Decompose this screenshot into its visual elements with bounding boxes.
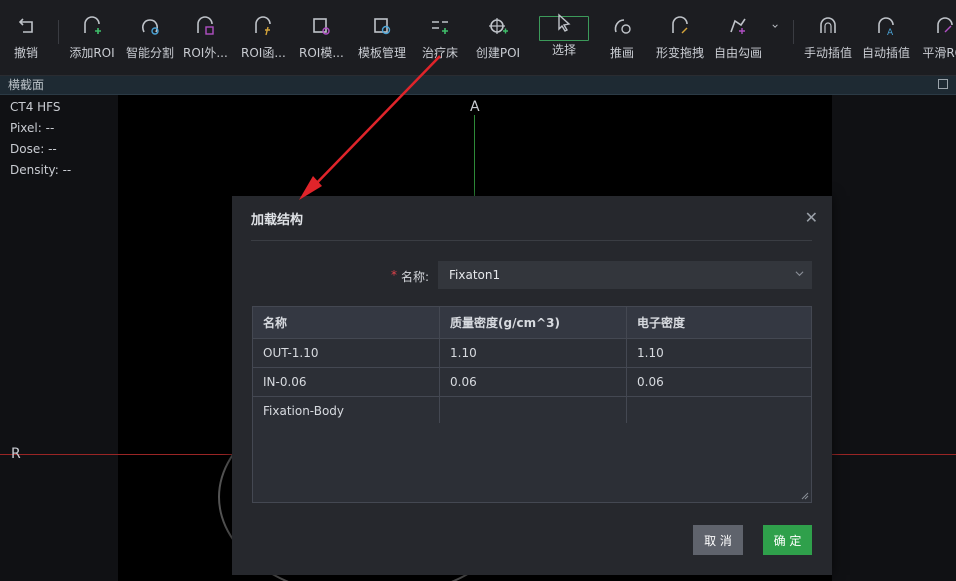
manual-interp-icon bbox=[820, 17, 836, 33]
cell-name: OUT-1.10 bbox=[252, 338, 440, 368]
cancel-button[interactable]: 取 消 bbox=[693, 525, 743, 555]
column-header-name: 名称 bbox=[252, 306, 440, 339]
push-draw-label: 推画 bbox=[609, 46, 634, 60]
smooth-roi-button[interactable]: 平滑ROI bbox=[920, 14, 956, 70]
load-structure-dialog: 加载结构 ✕ * 名称: Fixaton1 名称 质量密度(g/cm^3) 电子… bbox=[232, 196, 832, 575]
free-draw-button[interactable]: 自由勾画 bbox=[713, 14, 763, 70]
column-header-mass-density: 质量密度(g/cm^3) bbox=[439, 306, 627, 339]
auto-interp-button[interactable]: A 自动插值 bbox=[861, 14, 911, 70]
name-select[interactable]: Fixaton1 bbox=[438, 261, 812, 289]
free-draw-icon bbox=[730, 18, 746, 34]
smart-segment-label: 智能分割 bbox=[125, 46, 174, 60]
chevron-down-icon bbox=[795, 271, 804, 277]
treatment-couch-label: 治疗床 bbox=[421, 46, 458, 60]
roi-outer-icon bbox=[197, 16, 214, 35]
free-draw-label: 自由勾画 bbox=[713, 46, 762, 60]
resize-handle-icon[interactable] bbox=[801, 492, 809, 500]
svg-text:A: A bbox=[887, 28, 894, 38]
view-header: 横截面 bbox=[0, 76, 956, 95]
roi-function-icon bbox=[255, 16, 271, 36]
deform-drag-icon bbox=[672, 16, 688, 34]
table-empty-area bbox=[252, 423, 812, 503]
auto-interp-label: 自动插值 bbox=[861, 46, 910, 60]
smart-segment-icon bbox=[142, 19, 159, 35]
info-dose: Dose: -- bbox=[10, 142, 57, 156]
template-manage-button[interactable]: 模板管理 bbox=[357, 14, 407, 70]
create-poi-button[interactable]: 创建POI bbox=[475, 14, 521, 70]
cell-electron-density: 1.10 bbox=[626, 338, 812, 368]
more-tools-dropdown[interactable] bbox=[770, 14, 786, 70]
template-manage-icon bbox=[374, 18, 391, 35]
smooth-roi-icon bbox=[937, 17, 953, 33]
table-row[interactable]: IN-0.06 0.06 0.06 bbox=[252, 367, 812, 397]
viewport-right-margin bbox=[832, 95, 956, 581]
cell-mass-density bbox=[439, 396, 627, 426]
deform-drag-label: 形变拖拽 bbox=[655, 46, 704, 60]
info-pixel: Pixel: -- bbox=[10, 121, 55, 135]
roi-function-label: ROI函... bbox=[241, 46, 286, 60]
select-cursor-icon bbox=[558, 13, 571, 32]
roi-template-icon bbox=[313, 18, 330, 35]
orientation-label-right: R bbox=[11, 446, 21, 462]
deform-drag-button[interactable]: 形变拖拽 bbox=[655, 14, 705, 70]
select-button[interactable]: 选择 bbox=[540, 13, 588, 70]
name-select-value: Fixaton1 bbox=[449, 268, 501, 282]
toolbar: 撤销 添加ROI 智能分割 ROI外... ROI函... ROI模... 模板… bbox=[0, 0, 956, 76]
cell-name: Fixation-Body bbox=[252, 396, 440, 426]
roi-outer-label: ROI外... bbox=[183, 46, 228, 60]
dialog-divider bbox=[251, 240, 812, 241]
dialog-title: 加载结构 bbox=[251, 213, 304, 228]
name-label: 名称: bbox=[401, 270, 430, 284]
name-form-row: * 名称: Fixaton1 bbox=[232, 261, 832, 289]
template-manage-label: 模板管理 bbox=[357, 46, 406, 60]
toolbar-divider bbox=[793, 20, 794, 44]
toolbar-divider bbox=[58, 20, 59, 44]
chevron-down-icon bbox=[772, 24, 778, 28]
manual-interp-label: 手动插值 bbox=[803, 46, 852, 60]
info-density: Density: -- bbox=[10, 163, 72, 177]
roi-template-label: ROI模... bbox=[299, 46, 344, 60]
confirm-button[interactable]: 确 定 bbox=[763, 525, 812, 555]
create-poi-label: 创建POI bbox=[475, 46, 521, 60]
undo-label: 撤销 bbox=[13, 46, 38, 60]
smooth-roi-label: 平滑ROI bbox=[922, 46, 956, 60]
smart-segment-button[interactable]: 智能分割 bbox=[125, 14, 175, 70]
roi-outer-button[interactable]: ROI外... bbox=[183, 14, 228, 70]
close-icon[interactable]: ✕ bbox=[805, 208, 818, 227]
undo-button[interactable]: 撤销 bbox=[8, 14, 44, 70]
push-draw-icon bbox=[614, 19, 631, 34]
table-header-row: 名称 质量密度(g/cm^3) 电子密度 bbox=[252, 306, 812, 339]
cell-mass-density: 1.10 bbox=[439, 338, 627, 368]
add-roi-label: 添加ROI bbox=[69, 46, 115, 60]
treatment-couch-button[interactable]: 治疗床 bbox=[420, 14, 460, 70]
roi-template-button[interactable]: ROI模... bbox=[299, 14, 344, 70]
auto-interp-icon: A bbox=[878, 17, 894, 38]
cell-electron-density bbox=[626, 396, 812, 426]
table-row[interactable]: OUT-1.10 1.10 1.10 bbox=[252, 338, 812, 368]
cell-mass-density: 0.06 bbox=[439, 367, 627, 397]
manual-interp-button[interactable]: 手动插值 bbox=[803, 14, 853, 70]
view-title: 横截面 bbox=[8, 78, 45, 92]
orientation-label-anterior: A bbox=[470, 99, 480, 115]
create-poi-icon bbox=[489, 18, 508, 34]
cell-name: IN-0.06 bbox=[252, 367, 440, 397]
treatment-couch-icon bbox=[432, 21, 448, 34]
roi-function-button[interactable]: ROI函... bbox=[241, 14, 286, 70]
push-draw-button[interactable]: 推画 bbox=[605, 14, 639, 70]
undo-icon bbox=[18, 18, 33, 33]
required-marker: * bbox=[391, 268, 397, 282]
structure-table: 名称 质量密度(g/cm^3) 电子密度 OUT-1.10 1.10 1.10 … bbox=[252, 306, 812, 426]
select-label: 选择 bbox=[551, 43, 576, 57]
add-roi-button[interactable]: 添加ROI bbox=[68, 14, 116, 70]
maximize-icon[interactable] bbox=[938, 79, 948, 89]
cell-electron-density: 0.06 bbox=[626, 367, 812, 397]
column-header-electron-density: 电子密度 bbox=[626, 306, 812, 339]
table-row[interactable]: Fixation-Body bbox=[252, 396, 812, 426]
add-roi-icon bbox=[84, 16, 101, 34]
info-modality: CT4 HFS bbox=[10, 100, 61, 114]
